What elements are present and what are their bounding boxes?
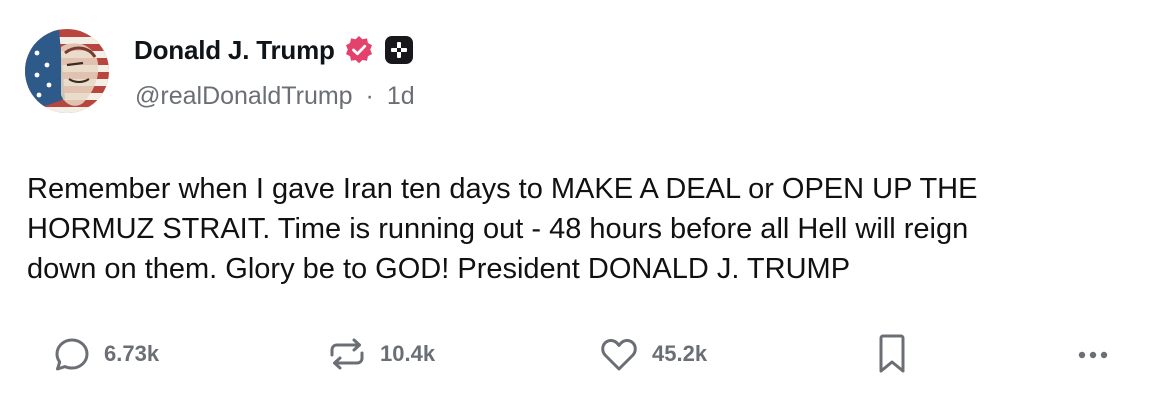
reply-icon: [55, 338, 89, 371]
more-icon: [1078, 351, 1108, 359]
author-display-name[interactable]: Donald J. Trump: [134, 35, 335, 66]
repost-button[interactable]: 10.4k: [326, 330, 435, 378]
post-timestamp[interactable]: 1d: [387, 82, 415, 110]
post-body-text: Remember when I gave Iran ten days to MA…: [27, 173, 978, 285]
meta-separator: ·: [365, 82, 374, 110]
verified-badge-icon: [344, 35, 374, 65]
repost-icon: [330, 338, 364, 370]
more-options-button[interactable]: [1074, 330, 1114, 378]
avatar[interactable]: [25, 29, 109, 113]
plus-badge-icon: [384, 35, 414, 65]
bookmark-button[interactable]: [874, 330, 910, 378]
like-icon: [601, 338, 637, 371]
author-handle[interactable]: @realDonaldTrump: [135, 82, 353, 110]
reply-button[interactable]: 6.73k: [52, 330, 159, 378]
action-bar: 6.73k 10.4k 45.2k: [0, 330, 1168, 380]
like-count: 45.2k: [652, 341, 708, 366]
author-name-row: Donald J. Trump: [134, 30, 414, 70]
like-button[interactable]: 45.2k: [598, 330, 707, 378]
post-card: Donald J. Trump @realDonaldTrump · 1d Re…: [0, 0, 1168, 404]
author-meta: @realDonaldTrump · 1d: [135, 82, 415, 111]
repost-count: 10.4k: [380, 341, 436, 366]
reply-count: 6.73k: [104, 341, 160, 366]
bookmark-icon: [879, 334, 905, 373]
